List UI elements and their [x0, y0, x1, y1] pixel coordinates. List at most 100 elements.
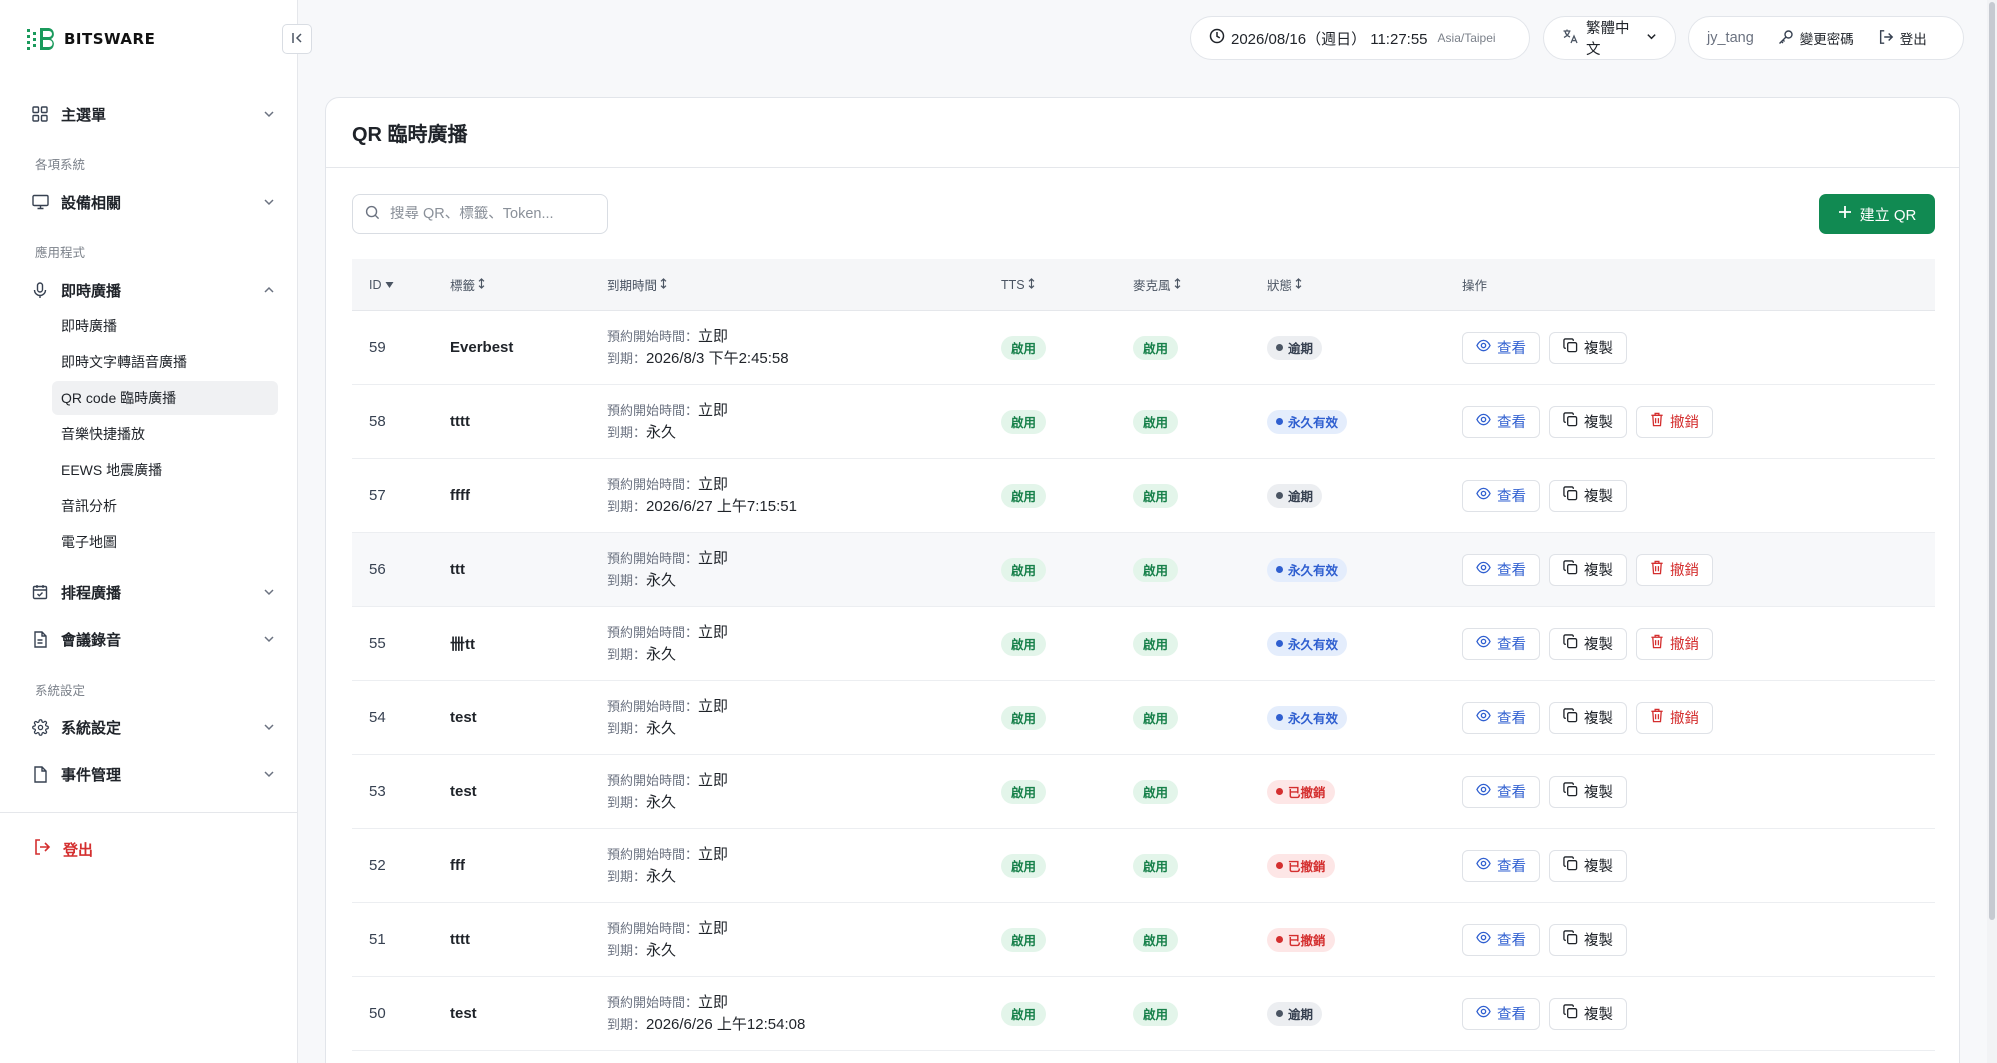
chevron-down-icon: [263, 585, 277, 599]
sidebar-item-music-quick-play[interactable]: 音樂快捷播放: [52, 417, 278, 451]
expire-time-prefix: 到期：: [607, 720, 647, 736]
nav-devices[interactable]: 設備相關: [30, 184, 277, 220]
copy-button[interactable]: 複製: [1549, 997, 1627, 1030]
status-badge: 永久有效: [1267, 631, 1348, 656]
copy-icon: [1563, 412, 1578, 431]
view-button[interactable]: 查看: [1462, 923, 1540, 956]
start-time-prefix: 預約開始時間：: [607, 846, 699, 862]
brand-logo[interactable]: BITSWARE: [26, 26, 155, 52]
start-time-value: 立即: [698, 401, 729, 419]
cell-expiry: 預約開始時間：立即 到期：2026/8/3 下午2:45:58: [607, 326, 1001, 370]
status-dot-icon: [1276, 492, 1283, 499]
start-time-prefix: 預約開始時間：: [607, 772, 699, 788]
brand-name: BITSWARE: [64, 30, 156, 48]
copy-button[interactable]: 複製: [1549, 331, 1627, 364]
mic-badge: 啟用: [1133, 409, 1179, 434]
copy-button[interactable]: 複製: [1549, 627, 1627, 660]
column-header-label: 狀態: [1267, 279, 1293, 293]
nav-live-broadcast[interactable]: 即時廣播: [30, 272, 277, 308]
cell-mic: 啟用: [1133, 335, 1267, 360]
cell-actions: 查看 複製: [1462, 479, 1935, 512]
column-header-expiry[interactable]: 到期時間: [607, 275, 1001, 294]
cell-status: 永久有效: [1267, 705, 1462, 730]
copy-button[interactable]: 複製: [1549, 701, 1627, 734]
sidebar-item-label: EEWS 地震廣播: [61, 462, 163, 478]
start-time-line: 預約開始時間：立即: [607, 474, 1001, 496]
sidebar-item-e-map[interactable]: 電子地圖: [52, 525, 278, 559]
column-header-status[interactable]: 狀態: [1267, 275, 1462, 294]
sidebar-collapse-button[interactable]: [282, 24, 312, 54]
eye-icon: [1476, 708, 1491, 727]
cell-actions: 查看 複製: [1462, 997, 1935, 1030]
status-dot-icon: [1276, 936, 1283, 943]
trash-icon: [1650, 560, 1664, 579]
nav-schedule[interactable]: 排程廣播: [30, 574, 277, 610]
sidebar-item-qr-broadcast[interactable]: QR code 臨時廣播: [52, 381, 278, 415]
revoke-button[interactable]: 撤銷: [1636, 405, 1713, 438]
expire-time-value: 永久: [646, 719, 677, 737]
cell-expiry: 預約開始時間：立即 到期：永久: [607, 400, 1001, 444]
cell-status: 已撤銷: [1267, 779, 1462, 804]
sidebar-logout-button[interactable]: 登出: [33, 838, 93, 860]
file-icon: [30, 764, 50, 784]
nav-meeting-recording[interactable]: 會議錄音: [30, 621, 277, 657]
view-button[interactable]: 查看: [1462, 997, 1540, 1030]
view-button[interactable]: 查看: [1462, 405, 1540, 438]
copy-label: 複製: [1584, 637, 1613, 653]
view-button[interactable]: 查看: [1462, 479, 1540, 512]
status-badge: 已撤銷: [1267, 927, 1335, 952]
copy-button[interactable]: 複製: [1549, 405, 1627, 438]
view-button[interactable]: 查看: [1462, 627, 1540, 660]
page-scrollbar[interactable]: [1987, 0, 1997, 1063]
view-button[interactable]: 查看: [1462, 775, 1540, 808]
change-password-button[interactable]: 變更密碼: [1778, 28, 1854, 48]
tts-badge: 啟用: [1001, 853, 1047, 878]
sidebar-logout-label: 登出: [63, 841, 94, 859]
sidebar-item-tts-broadcast[interactable]: 即時文字轉語音廣播: [52, 345, 278, 379]
copy-button[interactable]: 複製: [1549, 923, 1627, 956]
copy-button[interactable]: 複製: [1549, 553, 1627, 586]
search-box[interactable]: [352, 194, 608, 234]
revoke-button[interactable]: 撤銷: [1636, 701, 1713, 734]
cell-expiry: 預約開始時間：立即 到期：永久: [607, 622, 1001, 666]
cell-actions: 查看 複製: [1462, 331, 1935, 364]
view-button[interactable]: 查看: [1462, 553, 1540, 586]
column-header-mic[interactable]: 麥克風: [1133, 275, 1267, 294]
revoke-button[interactable]: 撤銷: [1636, 627, 1713, 660]
sidebar-item-eews[interactable]: EEWS 地震廣播: [52, 453, 278, 487]
nav-system-settings[interactable]: 系統設定: [30, 709, 277, 745]
column-header-tts[interactable]: TTS: [1001, 278, 1133, 292]
language-selector[interactable]: 繁體中文: [1543, 16, 1676, 60]
revoke-button[interactable]: 撤銷: [1636, 553, 1713, 586]
view-label: 查看: [1497, 1007, 1526, 1023]
copy-button[interactable]: 複製: [1549, 849, 1627, 882]
header-logout-label: 登出: [1899, 32, 1927, 47]
create-qr-button[interactable]: 建立 QR: [1819, 194, 1935, 234]
cell-tts: 啟用: [1001, 631, 1133, 656]
scrollbar-thumb[interactable]: [1989, 2, 1995, 920]
copy-button[interactable]: 複製: [1549, 479, 1627, 512]
status-label: 逾期: [1288, 490, 1314, 504]
nav-event-management[interactable]: 事件管理: [30, 756, 277, 792]
column-header-tag[interactable]: 標籤: [450, 275, 607, 294]
view-button[interactable]: 查看: [1462, 701, 1540, 734]
header-logout-button[interactable]: 登出: [1878, 28, 1927, 48]
search-input[interactable]: [390, 206, 590, 222]
language-label: 繁體中文: [1586, 21, 1630, 58]
document-icon: [30, 629, 50, 649]
view-label: 查看: [1497, 711, 1526, 727]
user-panel: jy_tang 變更密碼 登出: [1688, 16, 1964, 60]
status-label: 逾期: [1288, 1008, 1314, 1022]
status-dot-icon: [1276, 862, 1283, 869]
view-button[interactable]: 查看: [1462, 331, 1540, 364]
logout-icon: [1878, 29, 1894, 48]
sidebar-item-audio-analysis[interactable]: 音訊分析: [52, 489, 278, 523]
column-header-id[interactable]: ID: [352, 278, 450, 292]
view-label: 查看: [1497, 563, 1526, 579]
nav-main-menu[interactable]: 主選單: [30, 96, 277, 132]
expire-time-prefix: 到期：: [607, 942, 647, 958]
search-icon: [365, 205, 380, 224]
view-button[interactable]: 查看: [1462, 849, 1540, 882]
copy-button[interactable]: 複製: [1549, 775, 1627, 808]
sidebar-item-live-broadcast[interactable]: 即時廣播: [52, 309, 278, 343]
